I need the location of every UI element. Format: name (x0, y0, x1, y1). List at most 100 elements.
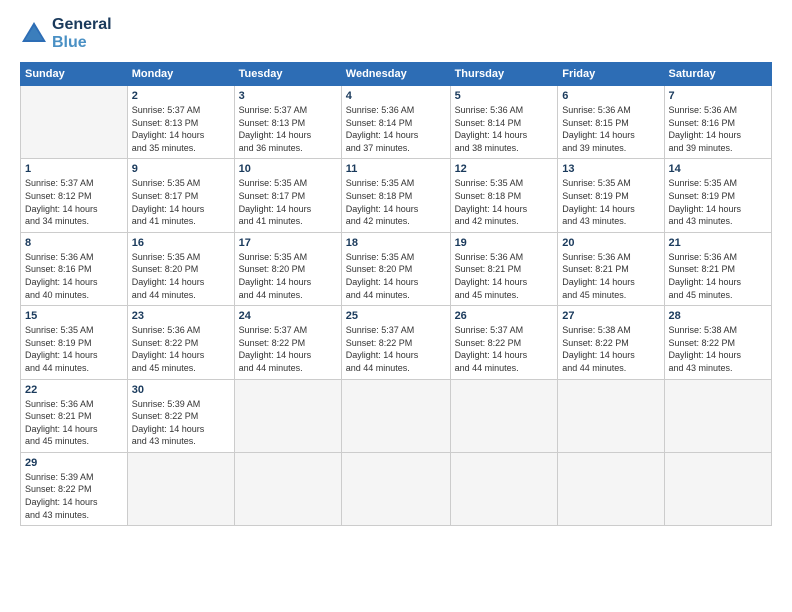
weekday-saturday: Saturday (664, 63, 771, 86)
calendar-cell (341, 379, 450, 452)
day-number: 9 (132, 163, 230, 175)
day-info: Sunrise: 5:37 AMSunset: 8:22 PMDaylight:… (455, 324, 554, 374)
day-number: 15 (25, 310, 123, 322)
logo-icon (20, 20, 48, 48)
day-number: 13 (562, 163, 659, 175)
day-number: 18 (346, 237, 446, 249)
day-number: 20 (562, 237, 659, 249)
weekday-header: SundayMondayTuesdayWednesdayThursdayFrid… (21, 63, 772, 86)
day-info: Sunrise: 5:36 AMSunset: 8:15 PMDaylight:… (562, 104, 659, 154)
calendar-cell: 28Sunrise: 5:38 AMSunset: 8:22 PMDayligh… (664, 306, 771, 379)
day-number: 5 (455, 90, 554, 102)
calendar-cell (558, 452, 664, 525)
weekday-friday: Friday (558, 63, 664, 86)
day-info: Sunrise: 5:35 AMSunset: 8:18 PMDaylight:… (455, 177, 554, 227)
day-info: Sunrise: 5:39 AMSunset: 8:22 PMDaylight:… (25, 471, 123, 521)
calendar-cell: 27 Sunrise: 5:38 AMSunset: 8:22 PMDayligh… (558, 306, 664, 379)
weekday-thursday: Thursday (450, 63, 558, 86)
day-number: 19 (455, 237, 554, 249)
calendar-cell (450, 452, 558, 525)
day-number: 12 (455, 163, 554, 175)
day-info: Sunrise: 5:37 AMSunset: 8:12 PMDaylight:… (25, 177, 123, 227)
day-number: 8 (25, 237, 123, 249)
calendar-cell: 22Sunrise: 5:36 AMSunset: 8:21 PMDayligh… (21, 379, 128, 452)
calendar-cell (234, 379, 341, 452)
day-number: 29 (25, 457, 123, 469)
day-number: 26 (455, 310, 554, 322)
calendar-cell: 30 Sunrise: 5:39 AMSunset: 8:22 PMDayligh… (127, 379, 234, 452)
calendar-cell: 10 Sunrise: 5:35 AMSunset: 8:17 PMDayligh… (234, 159, 341, 232)
calendar-cell: 15 Sunrise: 5:35 AMSunset: 8:19 PMDayligh… (21, 306, 128, 379)
day-info: Sunrise: 5:36 AMSunset: 8:21 PMDaylight:… (455, 251, 554, 301)
calendar-week-4: 22Sunrise: 5:36 AMSunset: 8:21 PMDayligh… (21, 379, 772, 452)
day-info: Sunrise: 5:38 AMSunset: 8:22 PMDaylight:… (669, 324, 767, 374)
day-number: 2 (132, 90, 230, 102)
day-number: 30 (132, 384, 230, 396)
day-info: Sunrise: 5:36 AMSunset: 8:21 PMDaylight:… (562, 251, 659, 301)
day-info: Sunrise: 5:35 AMSunset: 8:20 PMDaylight:… (239, 251, 337, 301)
day-number: 27 (562, 310, 659, 322)
weekday-sunday: Sunday (21, 63, 128, 86)
day-info: Sunrise: 5:36 AMSunset: 8:16 PMDaylight:… (669, 104, 767, 154)
calendar-cell: 7Sunrise: 5:36 AMSunset: 8:16 PMDaylight… (664, 86, 771, 159)
weekday-wednesday: Wednesday (341, 63, 450, 86)
calendar-week-3: 15 Sunrise: 5:35 AMSunset: 8:19 PMDayligh… (21, 306, 772, 379)
calendar-cell: 9 Sunrise: 5:35 AMSunset: 8:17 PMDaylight… (127, 159, 234, 232)
calendar-week-5: 29 Sunrise: 5:39 AMSunset: 8:22 PMDayligh… (21, 452, 772, 525)
day-info: Sunrise: 5:35 AMSunset: 8:20 PMDaylight:… (346, 251, 446, 301)
calendar-cell: 24 Sunrise: 5:37 AMSunset: 8:22 PMDayligh… (234, 306, 341, 379)
day-info: Sunrise: 5:36 AMSunset: 8:21 PMDaylight:… (25, 398, 123, 448)
calendar-cell: 5 Sunrise: 5:36 AMSunset: 8:14 PMDaylight… (450, 86, 558, 159)
calendar-cell (558, 379, 664, 452)
day-info: Sunrise: 5:35 AMSunset: 8:19 PMDaylight:… (562, 177, 659, 227)
calendar-cell (450, 379, 558, 452)
day-info: Sunrise: 5:36 AMSunset: 8:21 PMDaylight:… (669, 251, 767, 301)
calendar-cell (341, 452, 450, 525)
day-number: 17 (239, 237, 337, 249)
calendar-cell: 23Sunrise: 5:36 AMSunset: 8:22 PMDayligh… (127, 306, 234, 379)
day-info: Sunrise: 5:37 AMSunset: 8:13 PMDaylight:… (132, 104, 230, 154)
calendar-cell: 3Sunrise: 5:37 AMSunset: 8:13 PMDaylight… (234, 86, 341, 159)
calendar-cell: 18 Sunrise: 5:35 AMSunset: 8:20 PMDayligh… (341, 232, 450, 305)
day-info: Sunrise: 5:36 AMSunset: 8:14 PMDaylight:… (455, 104, 554, 154)
calendar-cell (21, 86, 128, 159)
day-info: Sunrise: 5:35 AMSunset: 8:19 PMDaylight:… (669, 177, 767, 227)
day-number: 11 (346, 163, 446, 175)
day-info: Sunrise: 5:36 AMSunset: 8:16 PMDaylight:… (25, 251, 123, 301)
calendar-cell (234, 452, 341, 525)
day-info: Sunrise: 5:39 AMSunset: 8:22 PMDaylight:… (132, 398, 230, 448)
calendar-cell: 6 Sunrise: 5:36 AMSunset: 8:15 PMDaylight… (558, 86, 664, 159)
calendar-cell: 21Sunrise: 5:36 AMSunset: 8:21 PMDayligh… (664, 232, 771, 305)
calendar-cell: 1Sunrise: 5:37 AMSunset: 8:12 PMDaylight… (21, 159, 128, 232)
calendar-week-1: 1Sunrise: 5:37 AMSunset: 8:12 PMDaylight… (21, 159, 772, 232)
day-info: Sunrise: 5:38 AMSunset: 8:22 PMDaylight:… (562, 324, 659, 374)
calendar-cell: 29 Sunrise: 5:39 AMSunset: 8:22 PMDayligh… (21, 452, 128, 525)
calendar-cell: 12 Sunrise: 5:35 AMSunset: 8:18 PMDayligh… (450, 159, 558, 232)
calendar-cell: 26 Sunrise: 5:37 AMSunset: 8:22 PMDayligh… (450, 306, 558, 379)
day-number: 24 (239, 310, 337, 322)
calendar-cell: 8 Sunrise: 5:36 AMSunset: 8:16 PMDaylight… (21, 232, 128, 305)
day-number: 16 (132, 237, 230, 249)
calendar-cell: 4Sunrise: 5:36 AMSunset: 8:14 PMDaylight… (341, 86, 450, 159)
calendar-cell: 20 Sunrise: 5:36 AMSunset: 8:21 PMDayligh… (558, 232, 664, 305)
day-number: 10 (239, 163, 337, 175)
header: General Blue (20, 16, 772, 52)
calendar-cell: 16 Sunrise: 5:35 AMSunset: 8:20 PMDayligh… (127, 232, 234, 305)
calendar-cell (664, 379, 771, 452)
day-number: 25 (346, 310, 446, 322)
day-number: 14 (669, 163, 767, 175)
day-info: Sunrise: 5:36 AMSunset: 8:14 PMDaylight:… (346, 104, 446, 154)
day-info: Sunrise: 5:35 AMSunset: 8:20 PMDaylight:… (132, 251, 230, 301)
day-info: Sunrise: 5:35 AMSunset: 8:17 PMDaylight:… (239, 177, 337, 227)
day-info: Sunrise: 5:35 AMSunset: 8:19 PMDaylight:… (25, 324, 123, 374)
calendar-cell (664, 452, 771, 525)
logo-text: General Blue (52, 16, 112, 52)
day-info: Sunrise: 5:37 AMSunset: 8:22 PMDaylight:… (239, 324, 337, 374)
day-number: 6 (562, 90, 659, 102)
day-info: Sunrise: 5:36 AMSunset: 8:22 PMDaylight:… (132, 324, 230, 374)
day-info: Sunrise: 5:37 AMSunset: 8:22 PMDaylight:… (346, 324, 446, 374)
weekday-tuesday: Tuesday (234, 63, 341, 86)
calendar-body: 2 Sunrise: 5:37 AMSunset: 8:13 PMDaylight… (21, 86, 772, 526)
day-info: Sunrise: 5:35 AMSunset: 8:17 PMDaylight:… (132, 177, 230, 227)
weekday-monday: Monday (127, 63, 234, 86)
